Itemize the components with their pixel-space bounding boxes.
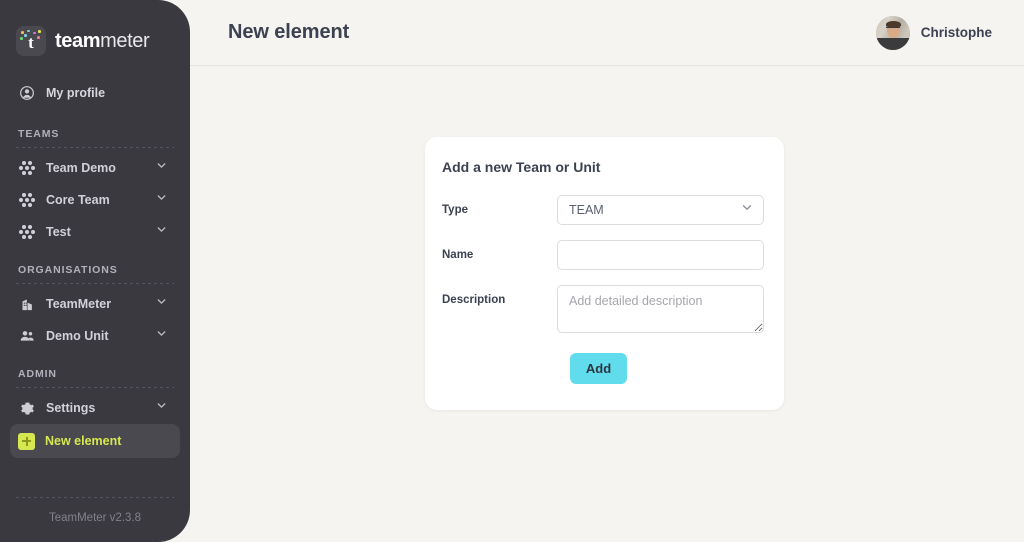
divider bbox=[16, 147, 174, 148]
form-row-description: Description bbox=[441, 285, 764, 333]
name-input[interactable] bbox=[557, 240, 764, 270]
type-select[interactable]: TEAM bbox=[557, 195, 764, 225]
gear-icon bbox=[18, 399, 36, 417]
user-circle-icon bbox=[18, 84, 36, 102]
sidebar-section-heading-admin: ADMIN bbox=[14, 368, 176, 380]
sidebar-item-my-profile[interactable]: My profile bbox=[14, 74, 176, 112]
sidebar-item-label: TeamMeter bbox=[46, 297, 145, 311]
sidebar-item-test[interactable]: Test bbox=[14, 216, 176, 248]
sidebar-item-label: Team Demo bbox=[46, 161, 145, 175]
spacer bbox=[14, 352, 176, 368]
sidebar-item-label: New element bbox=[45, 434, 172, 448]
sidebar-item-label: My profile bbox=[46, 86, 105, 100]
chevron-down-icon[interactable] bbox=[155, 399, 168, 417]
people-icon bbox=[18, 327, 36, 345]
divider bbox=[16, 387, 174, 388]
teammeter-logo-icon: t bbox=[16, 26, 46, 56]
brand-logo[interactable]: t teammeter bbox=[14, 0, 176, 64]
add-button[interactable]: Add bbox=[570, 353, 627, 384]
form-row-type: Type TEAM bbox=[441, 195, 764, 225]
sidebar-item-label: Demo Unit bbox=[46, 329, 145, 343]
sidebar-item-label: Test bbox=[46, 225, 145, 239]
description-textarea[interactable] bbox=[557, 285, 764, 333]
building-icon bbox=[18, 295, 36, 313]
form-row-name: Name bbox=[441, 240, 764, 270]
avatar bbox=[876, 16, 910, 50]
brand-name: teammeter bbox=[55, 30, 149, 53]
team-dots-icon bbox=[18, 191, 36, 209]
app-version-label: TeamMeter v2.3.8 bbox=[49, 512, 141, 524]
main-content: Add a new Team or Unit Type TEAM Name De… bbox=[190, 66, 1024, 542]
team-dots-icon bbox=[18, 223, 36, 241]
chevron-down-icon[interactable] bbox=[155, 327, 168, 345]
spacer bbox=[14, 248, 176, 264]
chevron-down-icon[interactable] bbox=[155, 191, 168, 209]
divider bbox=[16, 283, 174, 284]
sidebar-item-label: Settings bbox=[46, 401, 145, 415]
page-title: New element bbox=[228, 21, 349, 44]
sidebar-item-team-demo[interactable]: Team Demo bbox=[14, 152, 176, 184]
sidebar-item-settings[interactable]: Settings bbox=[14, 392, 176, 424]
logo-letter: t bbox=[16, 34, 46, 51]
new-element-form-card: Add a new Team or Unit Type TEAM Name De… bbox=[425, 137, 784, 410]
sidebar-item-teammeter[interactable]: TeamMeter bbox=[14, 288, 176, 320]
type-label: Type bbox=[441, 195, 557, 216]
sidebar-section-heading-organisations: ORGANISATIONS bbox=[14, 264, 176, 276]
sidebar-footer: TeamMeter v2.3.8 bbox=[14, 490, 176, 524]
chevron-down-icon[interactable] bbox=[155, 223, 168, 241]
chevron-down-icon[interactable] bbox=[155, 295, 168, 313]
sidebar-item-new-element[interactable]: New element bbox=[10, 424, 180, 458]
sidebar: t teammeter My profile TEAMS Team Demo bbox=[0, 0, 190, 542]
sidebar-item-core-team[interactable]: Core Team bbox=[14, 184, 176, 216]
brand-name-light: meter bbox=[100, 30, 149, 52]
user-name-label: Christophe bbox=[921, 25, 992, 40]
spacer bbox=[14, 112, 176, 128]
chevron-down-icon[interactable] bbox=[155, 159, 168, 177]
form-actions: Add bbox=[441, 353, 764, 384]
divider bbox=[16, 497, 174, 498]
sidebar-item-label: Core Team bbox=[46, 193, 145, 207]
top-header: New element Christophe bbox=[190, 0, 1024, 66]
brand-name-bold: team bbox=[55, 30, 100, 52]
name-label: Name bbox=[441, 240, 557, 261]
form-card-title: Add a new Team or Unit bbox=[441, 159, 764, 175]
sidebar-item-demo-unit[interactable]: Demo Unit bbox=[14, 320, 176, 352]
team-dots-icon bbox=[18, 159, 36, 177]
type-select-value: TEAM bbox=[569, 203, 604, 217]
plus-square-icon bbox=[18, 433, 35, 450]
sidebar-section-heading-teams: TEAMS bbox=[14, 128, 176, 140]
description-label: Description bbox=[441, 285, 557, 306]
user-menu[interactable]: Christophe bbox=[876, 16, 992, 50]
